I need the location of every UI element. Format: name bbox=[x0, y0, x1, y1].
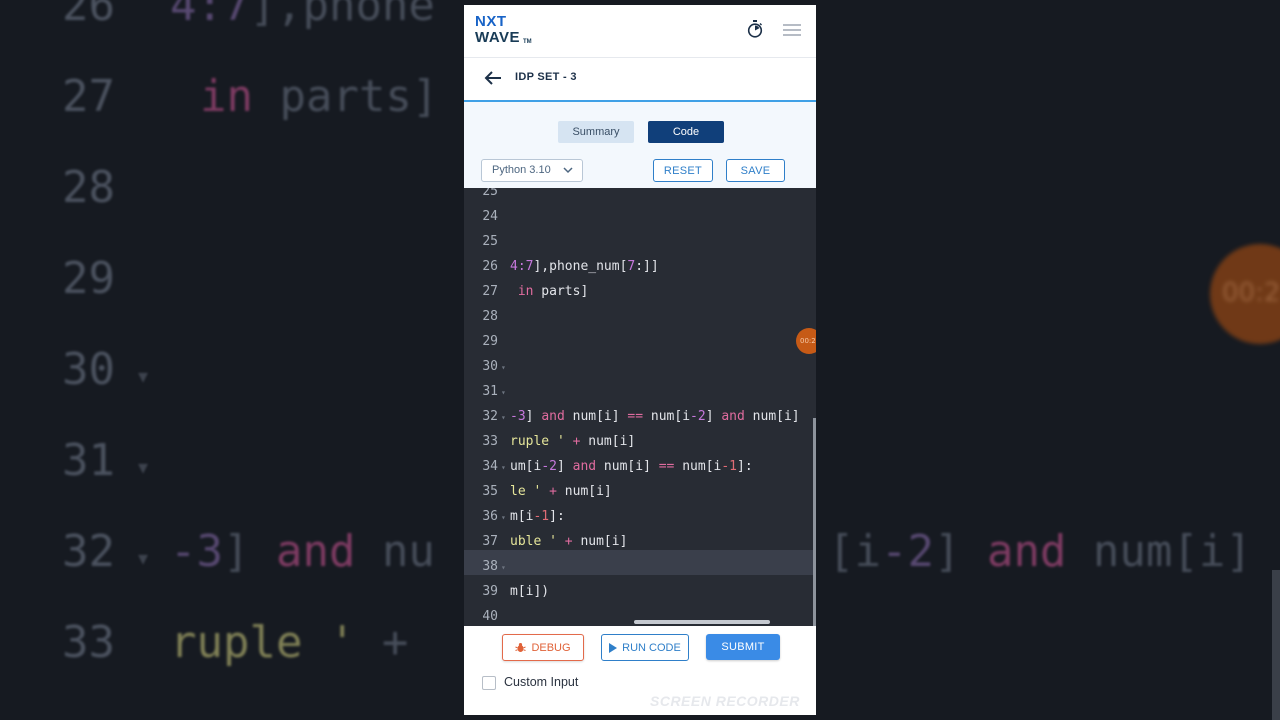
line-number: 27 bbox=[482, 284, 498, 299]
code-line: m[i-1]: bbox=[510, 509, 565, 524]
line-number: 37 bbox=[482, 534, 498, 549]
background-line-number: 26 bbox=[62, 0, 115, 31]
background-scrollbar bbox=[1272, 570, 1280, 720]
line-number: 30 bbox=[482, 359, 498, 374]
top-navbar: NXT WAVE TM bbox=[464, 5, 816, 58]
code-line: -3] and num[i] == num[i-2] and num[i] bbox=[510, 409, 800, 424]
bug-icon bbox=[515, 643, 527, 652]
stopwatch-icon[interactable] bbox=[747, 20, 763, 38]
play-icon bbox=[609, 642, 618, 653]
custom-input-checkbox[interactable] bbox=[482, 676, 496, 690]
save-button[interactable]: SAVE bbox=[726, 159, 785, 182]
chevron-down-icon bbox=[563, 167, 573, 174]
reset-button[interactable]: RESET bbox=[653, 159, 713, 182]
background-code-line: -3] and nu bbox=[170, 526, 435, 577]
line-number: 32 bbox=[482, 409, 498, 424]
fold-caret-icon[interactable]: ▾ bbox=[501, 388, 506, 397]
background-code-line-right: [i-2] and num[i] bbox=[828, 526, 1252, 577]
line-number: 34 bbox=[482, 459, 498, 474]
title-bar: IDP SET - 3 bbox=[464, 58, 816, 102]
background-line-number: 29 bbox=[62, 253, 115, 304]
fold-caret-icon[interactable]: ▾ bbox=[501, 463, 506, 472]
background-code-line: 4:7],phone bbox=[170, 0, 435, 31]
background-line-number: 27 bbox=[62, 71, 115, 122]
line-number: 25 bbox=[482, 234, 498, 249]
back-arrow-icon[interactable] bbox=[484, 70, 502, 86]
fold-caret-icon[interactable]: ▾ bbox=[501, 363, 506, 372]
debug-button-label: DEBUG bbox=[531, 641, 571, 654]
editor-controls: Summary Code Python 3.10 RESET SAVE bbox=[464, 102, 816, 188]
background-timer-badge: 00:2 bbox=[1210, 244, 1280, 344]
line-number: 40 bbox=[482, 609, 498, 624]
background-line-number: 32 bbox=[62, 526, 115, 577]
background-line-number: 30 bbox=[62, 344, 115, 395]
page-title: IDP SET - 3 bbox=[515, 71, 577, 83]
code-line: uble ' + num[i] bbox=[510, 534, 628, 549]
code-line: in parts] bbox=[517, 284, 589, 299]
fold-caret-icon[interactable]: ▾ bbox=[501, 413, 506, 422]
background-fold-caret-icon: ▾ bbox=[138, 548, 149, 570]
code-line: m[i]) bbox=[510, 584, 550, 599]
line-number: 25 bbox=[482, 188, 498, 199]
line-number: 24 bbox=[482, 209, 498, 224]
line-number: 28 bbox=[482, 309, 498, 324]
tab-code[interactable]: Code bbox=[648, 121, 724, 143]
run-code-button[interactable]: RUN CODE bbox=[601, 634, 689, 661]
vertical-scrollbar[interactable] bbox=[813, 418, 816, 626]
background-line-number: 33 bbox=[62, 617, 115, 668]
line-number: 26 bbox=[482, 259, 498, 274]
line-number: 36 bbox=[482, 509, 498, 524]
debug-button[interactable]: DEBUG bbox=[502, 634, 584, 661]
custom-input-label[interactable]: Custom Input bbox=[504, 675, 578, 689]
line-number: 33 bbox=[482, 434, 498, 449]
background-fold-caret-icon: ▾ bbox=[138, 457, 149, 479]
submit-button[interactable]: SUBMIT bbox=[706, 634, 780, 660]
line-number: 38 bbox=[482, 559, 498, 574]
code-line: um[i-2] and num[i] == num[i-1]: bbox=[510, 459, 753, 474]
nxtwave-logo[interactable]: NXT WAVE TM bbox=[475, 13, 535, 47]
fold-caret-icon[interactable]: ▾ bbox=[501, 563, 506, 572]
active-line-highlight bbox=[464, 550, 816, 575]
line-number: 35 bbox=[482, 484, 498, 499]
code-editor[interactable]: 00:2 25 24 25 26 4:7],phone_num[7:]] 27 in pa… bbox=[464, 188, 816, 626]
background-line-number: 31 bbox=[62, 435, 115, 486]
language-select[interactable]: Python 3.10 bbox=[481, 159, 583, 182]
phone-screen: NXT WAVE TM IDP SET - 3 Summary Code Pyt… bbox=[464, 5, 816, 715]
timer-badge[interactable]: 00:2 bbox=[796, 328, 816, 354]
fold-caret-icon[interactable]: ▾ bbox=[501, 513, 506, 522]
line-number: 29 bbox=[482, 334, 498, 349]
background-code-line: ruple ' + bbox=[170, 617, 409, 668]
screen-recorder-watermark: SCREEN RECORDER bbox=[650, 693, 800, 709]
background-line-number: 28 bbox=[62, 162, 115, 213]
action-bar: DEBUG RUN CODE SUBMIT Custom Input SCREE… bbox=[464, 626, 816, 715]
run-code-button-label: RUN CODE bbox=[622, 641, 681, 654]
line-number: 39 bbox=[482, 584, 498, 599]
code-line: 4:7],phone_num[7:]] bbox=[510, 259, 659, 274]
background-fold-caret-icon: ▾ bbox=[138, 366, 149, 388]
background-code-line: in parts] bbox=[200, 71, 439, 122]
hamburger-menu-icon[interactable] bbox=[783, 24, 801, 36]
code-line: ruple ' + num[i] bbox=[510, 434, 636, 449]
horizontal-scrollbar[interactable] bbox=[634, 620, 770, 624]
tab-summary[interactable]: Summary bbox=[558, 121, 634, 143]
code-line: le ' + num[i] bbox=[510, 484, 612, 499]
line-number: 31 bbox=[482, 384, 498, 399]
language-select-value: Python 3.10 bbox=[492, 164, 551, 176]
